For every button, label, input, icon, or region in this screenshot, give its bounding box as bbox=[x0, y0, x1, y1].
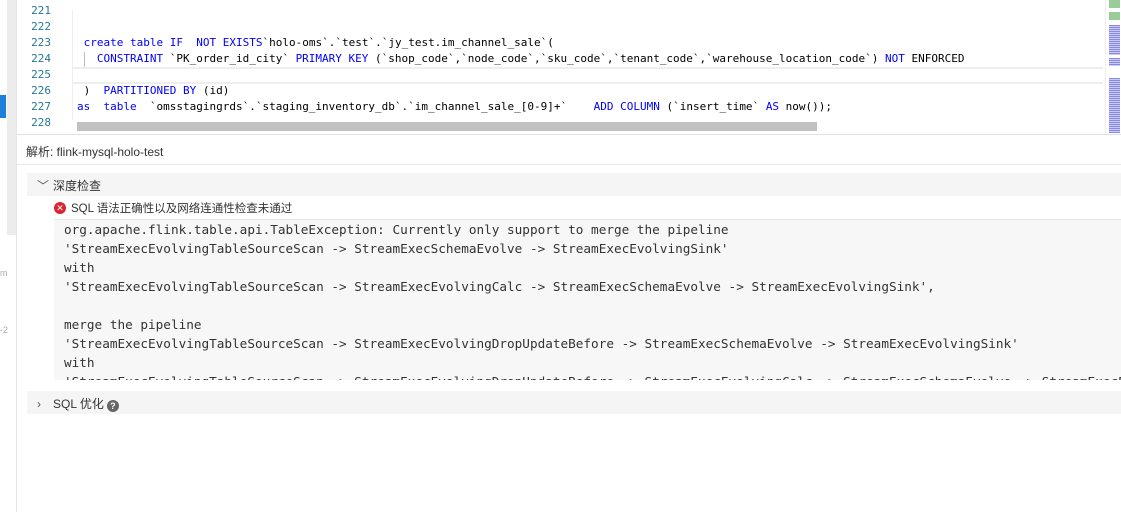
sidebar-scroll-area bbox=[7, 0, 16, 235]
editor-guide bbox=[72, 10, 73, 120]
deep-check-header[interactable]: ﹀ 深度检查 bbox=[27, 173, 1121, 196]
chevron-down-icon: ﹀ bbox=[37, 179, 50, 193]
minimap[interactable] bbox=[1105, 0, 1121, 134]
chevron-right-icon: › bbox=[37, 397, 41, 411]
code-line[interactable]: as table `omsstagingrds`.`staging_invent… bbox=[77, 99, 832, 115]
sidebar-fragment: m bbox=[0, 268, 8, 278]
code-line[interactable]: create table IF NOT EXISTS`holo-oms`.`te… bbox=[77, 35, 554, 51]
error-details[interactable]: org.apache.flink.table.api.TableExceptio… bbox=[54, 219, 1121, 380]
panel-title: 解析: flink-mysql-holo-test bbox=[17, 136, 1121, 165]
sql-optimize-header[interactable]: › SQL 优化? bbox=[27, 391, 1121, 414]
check-status-message: SQL 语法正确性以及网络连通性检查未通过 bbox=[71, 203, 293, 215]
left-sidebar-edge: m -2 bbox=[0, 0, 17, 512]
line-number: 221 bbox=[31, 4, 51, 17]
sql-optimize-label: SQL 优化 bbox=[53, 397, 104, 411]
error-details-text: org.apache.flink.table.api.TableExceptio… bbox=[64, 222, 1121, 380]
sql-editor[interactable]: 221 222 223 create table IF NOT EXISTS`hol… bbox=[17, 0, 1121, 135]
question-circle-icon[interactable]: ? bbox=[106, 400, 119, 412]
error-circle-icon: ✕ bbox=[54, 202, 66, 214]
line-number: 224 bbox=[31, 52, 51, 65]
line-number: 226 bbox=[31, 84, 51, 97]
horizontal-scrollbar[interactable] bbox=[77, 122, 817, 131]
line-number: 223 bbox=[31, 36, 51, 49]
line-number: 228 bbox=[31, 116, 51, 129]
line-number: 222 bbox=[31, 20, 51, 33]
code-line[interactable]: ) PARTITIONED BY (id) bbox=[77, 83, 230, 99]
line-number: 227 bbox=[31, 100, 51, 113]
sidebar-selected-marker bbox=[0, 95, 6, 118]
check-status: ✕ SQL 语法正确性以及网络连通性检查未通过 bbox=[54, 200, 292, 216]
deep-check-label: 深度检查 bbox=[53, 179, 102, 193]
sidebar-fragment: -2 bbox=[0, 325, 9, 335]
current-line-highlight bbox=[73, 67, 1103, 84]
line-number: 225 bbox=[31, 68, 51, 81]
code-line[interactable]: CONSTRAINT `PK_order_id_city` PRIMARY KE… bbox=[77, 51, 965, 67]
